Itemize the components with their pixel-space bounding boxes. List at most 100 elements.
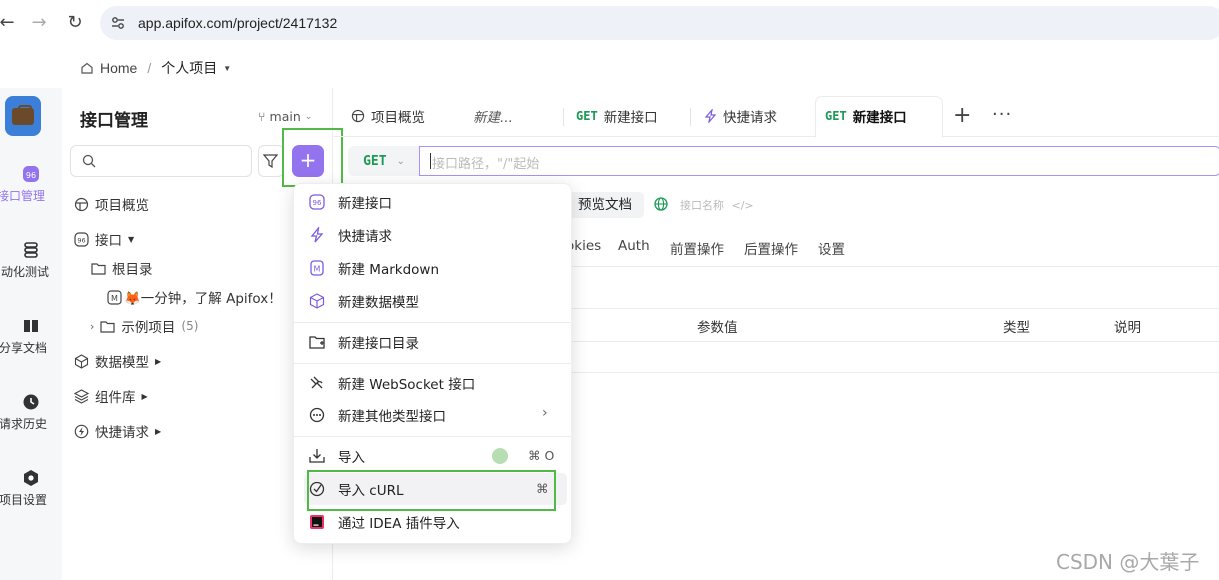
rail-automation-test[interactable]: 自动化测试 — [0, 241, 62, 280]
tab-project-overview[interactable]: 项目概览 — [351, 96, 425, 136]
rail-history[interactable]: 请求历史 — [0, 393, 62, 432]
api-icon: 96 — [309, 194, 325, 210]
path-input[interactable]: 接口路径，"/"起始 — [419, 146, 1219, 176]
chevron-right-icon: › — [542, 405, 548, 421]
globe-icon[interactable] — [654, 197, 668, 211]
tree-examples[interactable]: › 示例项目 (5) — [90, 316, 198, 336]
tab-bar: 项目概览 新建... GET 新建接口 快捷请求 GET 新建接口 + ··· — [333, 96, 1219, 138]
menu-import[interactable]: 导入 ⌘ O — [294, 440, 571, 472]
tree-components[interactable]: 组件库 ▶ — [74, 386, 148, 406]
settings-icon — [24, 470, 38, 486]
cube-icon — [74, 353, 89, 369]
breadcrumb-project[interactable]: 个人项目 — [161, 58, 217, 78]
back-icon[interactable]: ← — [0, 12, 18, 34]
tree-root-dir[interactable]: 根目录 — [91, 258, 153, 278]
tree-project-overview[interactable]: 项目概览 — [74, 194, 149, 214]
menu-separator — [294, 363, 571, 364]
watermark: CSDN @大葉子 — [1056, 550, 1200, 574]
chevron-right-icon: › — [90, 319, 95, 333]
highlight-import-curl — [307, 470, 556, 511]
rail-settings[interactable]: 项目设置 — [0, 469, 62, 508]
subtab-auth[interactable]: Auth — [618, 238, 650, 254]
preview-doc-button[interactable]: 预览文档 — [566, 192, 644, 218]
folder-icon — [100, 320, 116, 333]
api-name-input[interactable]: 接口名称 </> — [680, 197, 754, 213]
tab-divider — [563, 108, 564, 126]
folder-icon — [91, 262, 106, 275]
project-logo[interactable] — [5, 96, 41, 136]
overview-icon — [351, 109, 365, 123]
automation-test-icon — [24, 242, 38, 258]
branch-selector[interactable]: ⑂ main ⌄ — [258, 109, 312, 124]
panel-title: 接口管理 — [80, 111, 148, 131]
menu-import-idea-plugin[interactable]: 通过 IDEA 插件导入 — [294, 506, 571, 538]
websocket-icon — [310, 376, 323, 389]
url-text[interactable]: app.apifox.com/project/2417132 — [138, 15, 337, 31]
search-input[interactable] — [70, 145, 252, 177]
menu-new-api-folder[interactable]: 新建接口目录 — [294, 326, 571, 358]
rail-api-management[interactable]: 96 接口管理 — [0, 165, 62, 204]
more-circle-icon — [309, 407, 325, 423]
text-cursor — [430, 153, 431, 169]
svg-text:96: 96 — [313, 199, 322, 207]
idea-icon — [310, 515, 324, 529]
tree-doc-intro[interactable]: M 🦊一分钟，了解 Apifox！ — [107, 287, 282, 307]
filter-button[interactable] — [258, 145, 284, 177]
breadcrumb-home[interactable]: Home — [100, 60, 137, 76]
svg-text:96: 96 — [26, 171, 36, 180]
subtab-post-ops[interactable]: 后置操作 — [744, 238, 798, 258]
reload-icon[interactable]: ↻ — [64, 12, 86, 34]
markdown-icon: M — [107, 289, 122, 305]
tree-data-models[interactable]: 数据模型 ▶ — [74, 351, 161, 371]
folder-icon — [309, 336, 325, 349]
caret-down-icon[interactable]: ▼ — [223, 64, 231, 73]
params-table-header: 参数值 类型 说明 — [566, 308, 1219, 342]
filter-icon — [263, 154, 278, 168]
search-icon — [82, 154, 96, 168]
new-feature-icon — [492, 448, 508, 464]
header-description: 说明 — [1114, 320, 1141, 336]
header-type: 类型 — [1003, 320, 1030, 336]
overview-icon — [74, 197, 89, 211]
tab-new-draft[interactable]: 新建... — [473, 96, 513, 136]
menu-new-other-api[interactable]: 新建其他类型接口 › — [294, 399, 571, 431]
left-rail: 96 接口管理 自动化测试 分享文档 请求历史 项目设置 — [0, 88, 63, 580]
add-tab-button[interactable]: + — [953, 103, 971, 128]
markdown-icon: M — [310, 260, 324, 276]
svg-text:M: M — [111, 294, 118, 303]
menu-new-websocket[interactable]: 新建 WebSocket 接口 — [294, 367, 571, 399]
menu-separator — [294, 436, 571, 437]
tab-new-api-1[interactable]: GET 新建接口 — [576, 96, 658, 136]
more-tabs-icon[interactable]: ··· — [992, 104, 1012, 125]
forward-icon[interactable]: → — [28, 12, 50, 34]
tree-api[interactable]: 96 接口 ▼ — [74, 229, 134, 249]
add-button[interactable]: + — [292, 145, 324, 177]
caret-down-icon: ▼ — [128, 234, 135, 244]
menu-new-api[interactable]: 96 新建接口 — [294, 186, 571, 218]
subtab-settings[interactable]: 设置 — [818, 238, 845, 258]
header-param-value: 参数值 — [697, 320, 738, 336]
caret-right-icon: ▶ — [155, 426, 162, 436]
lightning-icon — [704, 109, 717, 123]
menu-quick-request[interactable]: 快捷请求 — [294, 219, 571, 251]
menu-new-markdown[interactable]: M 新建 Markdown — [294, 252, 571, 284]
divider — [566, 372, 1219, 373]
method-select[interactable]: GET ⌄ — [348, 146, 420, 176]
subtab-pre-ops[interactable]: 前置操作 — [670, 238, 724, 258]
tree-quick-requests[interactable]: 快捷请求 ▶ — [74, 421, 161, 441]
lightning-icon — [310, 227, 324, 243]
caret-right-icon: ▶ — [141, 391, 148, 401]
breadcrumb: Home / 个人项目 ▼ — [80, 58, 231, 78]
tab-new-api-active[interactable]: GET 新建接口 — [825, 96, 907, 136]
api-management-icon: 96 — [23, 166, 39, 182]
code-icon: </> — [731, 199, 754, 212]
tab-divider — [690, 108, 691, 126]
tab-quick-request[interactable]: 快捷请求 — [704, 96, 777, 136]
divider — [566, 266, 1219, 267]
site-settings-icon[interactable] — [110, 15, 126, 31]
rail-share-docs[interactable]: 分享文档 — [0, 317, 62, 356]
menu-new-data-model[interactable]: 新建数据模型 — [294, 285, 571, 317]
browser-toolbar: ← → ↻ app.apifox.com/project/2417132 — [0, 0, 1219, 46]
home-icon — [81, 62, 93, 74]
share-docs-icon — [24, 320, 38, 332]
